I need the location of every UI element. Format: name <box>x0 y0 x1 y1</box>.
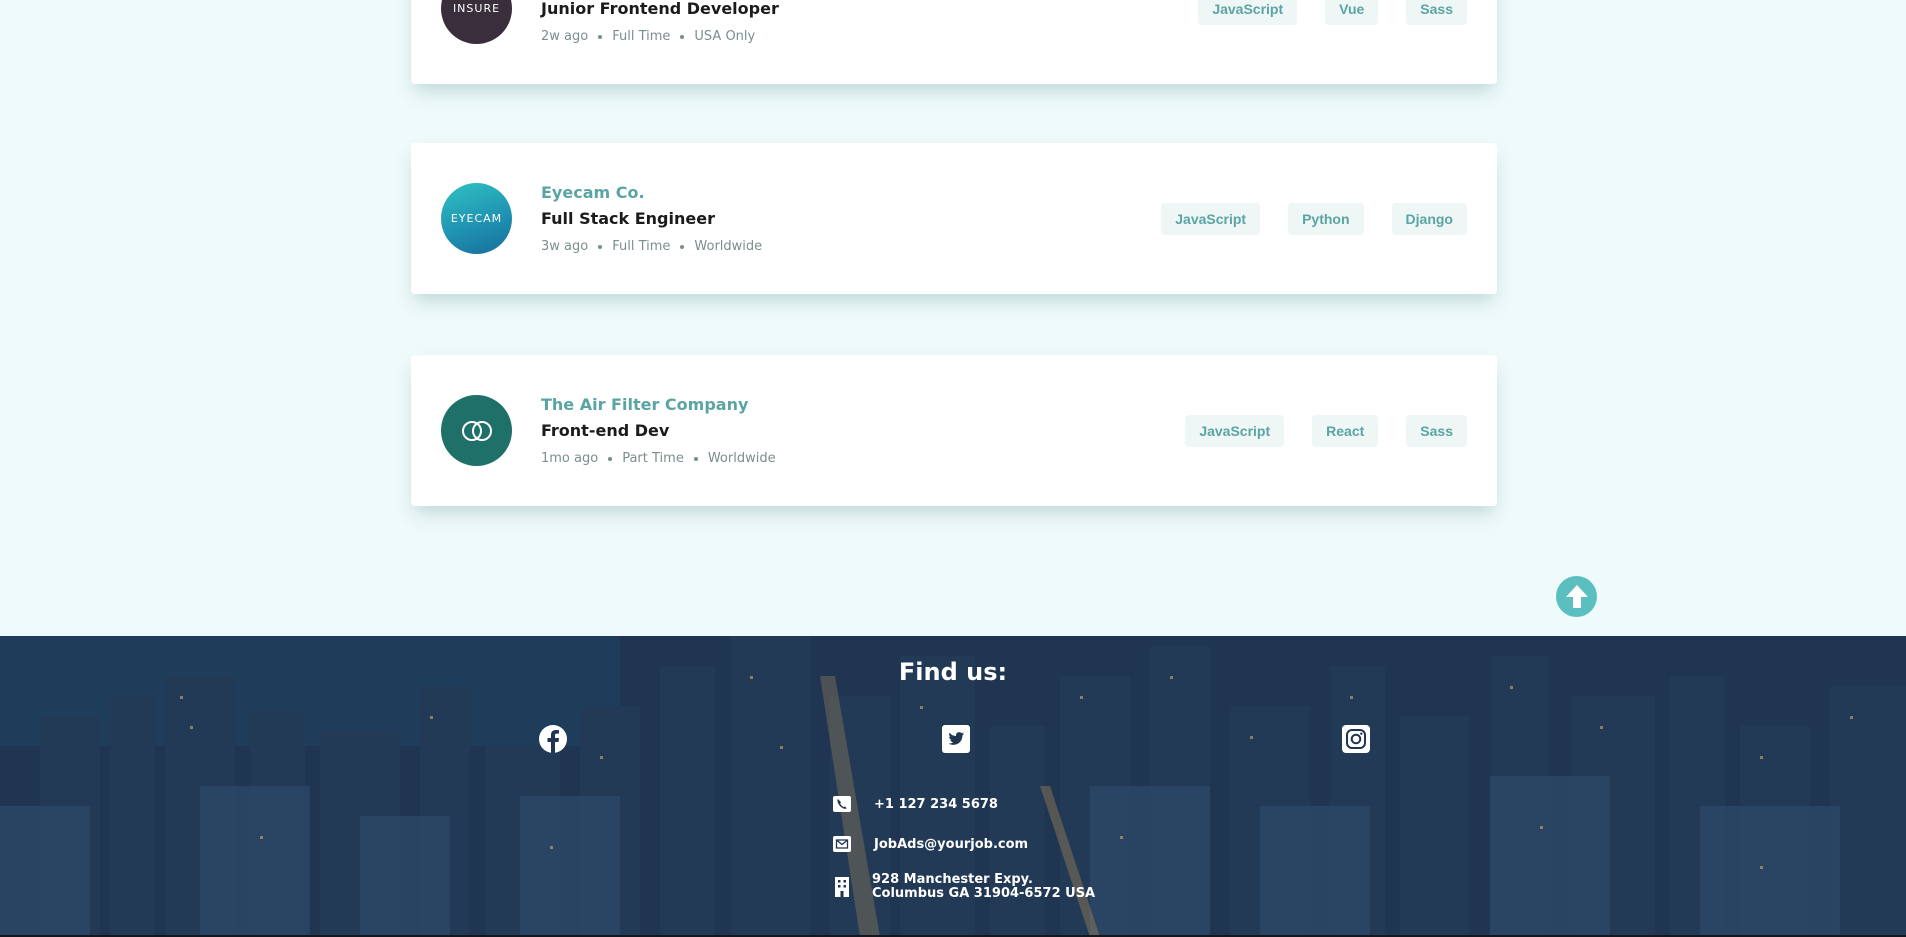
facebook-link[interactable] <box>538 724 568 754</box>
contract-type: Full Time <box>612 239 671 254</box>
phone-number[interactable]: +1 127 234 5678 <box>874 797 998 812</box>
separator-dot <box>693 457 698 461</box>
separator-dot <box>598 245 603 249</box>
twitter-icon <box>942 725 970 753</box>
building-icon <box>832 877 852 897</box>
instagram-icon <box>1342 725 1370 753</box>
address-text: 928 Manchester Expy. Columbus GA 31904-6… <box>872 873 1095 901</box>
job-location: USA Only <box>694 29 756 44</box>
tag-filter-button[interactable]: Python <box>1288 203 1364 235</box>
job-meta: 1mo ago Part Time Worldwide <box>541 445 776 473</box>
twitter-link[interactable] <box>941 724 971 754</box>
separator-dot <box>680 245 685 249</box>
footer: Find us: +1 127 234 5678 JobAds@yourjob.… <box>0 636 1906 937</box>
contract-type: Part Time <box>622 451 684 466</box>
job-card[interactable]: EYECAM Eyecam Co. Full Stack Engineer 3w… <box>411 143 1497 294</box>
tag-filter-button[interactable]: Vue <box>1325 0 1379 25</box>
job-position[interactable]: Junior Frontend Developer <box>541 0 779 23</box>
tag-filter-button[interactable]: Django <box>1391 203 1467 235</box>
facebook-icon <box>539 725 567 753</box>
job-meta: 2w ago Full Time USA Only <box>541 23 779 51</box>
separator-dot <box>680 35 685 39</box>
company-logo: INSURE <box>441 0 512 44</box>
instagram-link[interactable] <box>1341 724 1371 754</box>
job-tags: JavaScript React Sass <box>1185 415 1467 447</box>
tag-filter-button[interactable]: JavaScript <box>1161 203 1261 235</box>
separator-dot <box>608 457 613 461</box>
address-line-2: Columbus GA 31904-6572 USA <box>872 886 1096 901</box>
posted-at: 1mo ago <box>541 451 599 466</box>
job-location: Worldwide <box>694 239 763 254</box>
contact-address: 928 Manchester Expy. Columbus GA 31904-6… <box>832 873 1095 901</box>
contact-phone[interactable]: +1 127 234 5678 <box>832 794 998 814</box>
air-filter-logo-icon <box>461 420 492 441</box>
job-position[interactable]: Full Stack Engineer <box>541 205 762 233</box>
email-address[interactable]: JobAds@yourjob.com <box>874 837 1028 852</box>
tag-filter-button[interactable]: React <box>1312 415 1379 447</box>
tag-filter-button[interactable]: Sass <box>1406 0 1467 25</box>
job-card[interactable]: The Air Filter Company Front-end Dev 1mo… <box>411 355 1497 506</box>
job-meta: 3w ago Full Time Worldwide <box>541 233 762 261</box>
company-name[interactable]: Eyecam Co. <box>541 181 762 205</box>
job-location: Worldwide <box>707 451 776 466</box>
posted-at: 2w ago <box>541 29 589 44</box>
job-info: The Air Filter Company Front-end Dev 1mo… <box>541 393 776 473</box>
tag-filter-button[interactable]: Sass <box>1406 415 1467 447</box>
phone-icon <box>832 794 852 814</box>
mail-icon <box>832 834 852 854</box>
separator-dot <box>598 35 603 39</box>
job-info: Eyecam Co. Full Stack Engineer 3w ago Fu… <box>541 181 762 261</box>
company-logo: EYECAM <box>441 183 512 254</box>
tag-filter-button[interactable]: JavaScript <box>1185 415 1285 447</box>
footer-title: Find us: <box>898 658 1008 686</box>
address-line-1: 928 Manchester Expy. <box>872 872 1033 887</box>
job-tags: JavaScript Python Django <box>1161 203 1467 235</box>
company-name[interactable]: The Air Filter Company <box>541 393 776 417</box>
contact-email[interactable]: JobAds@yourjob.com <box>832 834 1028 854</box>
tag-filter-button[interactable]: JavaScript <box>1198 0 1298 25</box>
posted-at: 3w ago <box>541 239 589 254</box>
arrow-up-circle-icon <box>1565 584 1588 608</box>
job-info: Junior Frontend Developer 2w ago Full Ti… <box>541 0 779 51</box>
scroll-to-top-button[interactable] <box>1556 576 1597 617</box>
company-logo <box>441 395 512 466</box>
contract-type: Full Time <box>612 29 671 44</box>
job-position[interactable]: Front-end Dev <box>541 417 776 445</box>
job-tags: JavaScript Vue Sass <box>1198 0 1467 25</box>
job-card[interactable]: INSURE Junior Frontend Developer 2w ago … <box>411 0 1497 84</box>
